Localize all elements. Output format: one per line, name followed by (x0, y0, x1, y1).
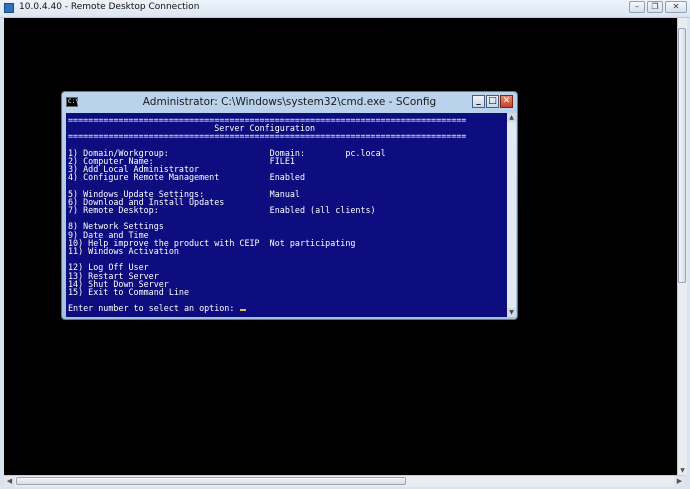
cmd-window-controls: _ □ ✕ (472, 95, 513, 108)
console-line: 7) Remote Desktop: Enabled (all clients) (68, 205, 376, 216)
scroll-left-icon[interactable]: ◀ (4, 476, 15, 487)
console-line: ========================================… (68, 131, 467, 142)
rdp-minimize-button[interactable]: – (629, 1, 645, 13)
remote-desktop-screen[interactable]: C:\ Administrator: C:\Windows\system32\c… (4, 18, 685, 475)
rdp-window-controls: – ❐ ✕ (629, 1, 687, 15)
rdp-close-button[interactable]: ✕ (665, 1, 687, 13)
cmd-close-button[interactable]: ✕ (500, 95, 513, 108)
rdp-horizontal-scroll-thumb[interactable] (16, 477, 406, 485)
console-text: ========================================… (68, 116, 466, 313)
cmd-minimize-button[interactable]: _ (472, 95, 485, 108)
scroll-track[interactable] (508, 123, 515, 307)
rdp-vertical-scrollbar[interactable]: ▼ (677, 18, 687, 475)
cmd-window-title: Administrator: C:\Windows\system32\cmd.e… (142, 96, 437, 108)
scroll-down-icon[interactable]: ▼ (678, 466, 687, 475)
cmd-maximize-button[interactable]: □ (486, 95, 499, 108)
scroll-up-icon[interactable]: ▲ (507, 113, 516, 122)
cmd-window[interactable]: C:\ Administrator: C:\Windows\system32\c… (61, 91, 518, 320)
rdp-window-title: 10.0.4.40 - Remote Desktop Connection (19, 2, 200, 12)
rdp-titlebar[interactable]: 10.0.4.40 - Remote Desktop Connection – … (0, 0, 690, 18)
console-output[interactable]: ========================================… (66, 113, 507, 317)
maximize-icon: □ (488, 96, 497, 106)
console-prompt-line[interactable]: Enter number to select an option: (68, 304, 466, 313)
rdp-horizontal-scrollbar[interactable]: ◀ ▶ (4, 475, 685, 487)
console-line: 15) Exit to Command Line (68, 286, 190, 297)
close-icon: ✕ (502, 96, 511, 106)
cmd-vertical-scrollbar[interactable]: ▲ ▼ (507, 113, 516, 317)
scroll-down-icon[interactable]: ▼ (507, 308, 516, 317)
scroll-right-icon[interactable]: ▶ (674, 476, 685, 487)
console-line: 4) Configure Remote Management Enabled (68, 172, 305, 183)
cmd-titlebar[interactable]: C:\ Administrator: C:\Windows\system32\c… (62, 92, 517, 113)
console-line: 11) Windows Activation (68, 246, 179, 256)
rdp-vertical-scroll-thumb[interactable] (678, 28, 686, 283)
minimize-icon: _ (476, 96, 481, 106)
text-cursor (240, 309, 247, 312)
remote-desktop-icon (4, 3, 14, 13)
rdp-restore-button[interactable]: ❐ (647, 1, 663, 13)
